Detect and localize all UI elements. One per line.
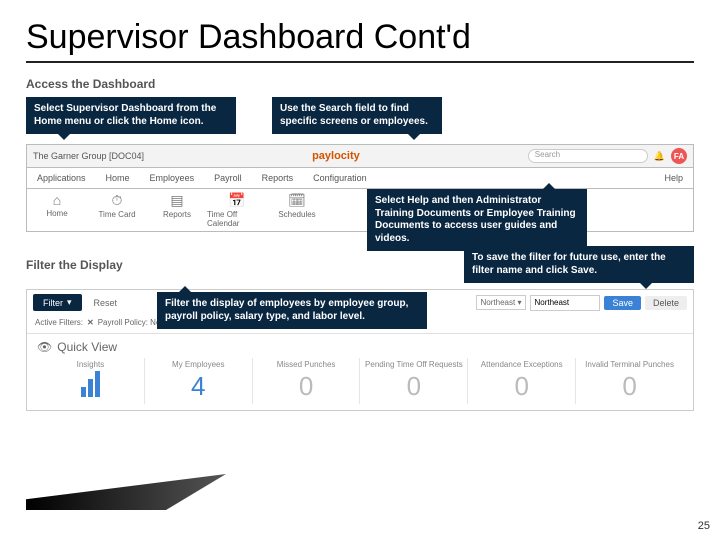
nav-reports[interactable]: ▤Reports [147,192,207,228]
delete-button[interactable]: Delete [645,296,687,310]
tab-payroll[interactable]: Payroll [204,168,252,188]
qv-value: 0 [576,371,683,402]
qv-label: My Employees [145,360,252,369]
qv-insights[interactable]: Insights [37,358,144,404]
qv-value: 0 [360,371,467,402]
qv-label: Invalid Terminal Punches [576,360,683,369]
clock-icon: ⏱ [112,192,123,209]
saved-filter-select[interactable]: Northeast ▾ [476,295,527,310]
app-topbar: The Garner Group [DOC04] paylocity Searc… [26,144,694,168]
qv-label: Attendance Exceptions [468,360,575,369]
qv-invalid-punches[interactable]: Invalid Terminal Punches 0 [575,358,683,404]
nav-label: Home [46,209,67,218]
nav-label: Reports [163,210,191,219]
remove-filter-icon[interactable]: ✕ [87,318,94,327]
callout-select-dashboard: Select Supervisor Dashboard from the Hom… [26,97,236,134]
section-access-dashboard: Access the Dashboard [26,77,694,91]
quick-view-panel: 👁 Quick View Insights My Employees 4 Miss… [27,334,693,410]
qv-label: Missed Punches [253,360,360,369]
chevron-down-icon: ▾ [67,297,72,308]
callout-help: Select Help and then Administrator Train… [367,189,587,251]
search-input[interactable]: Search [528,149,648,163]
callout-text: Filter the display of employees by emplo… [165,298,408,322]
qv-value: 0 [253,371,360,402]
reset-button[interactable]: Reset [88,295,124,311]
select-value: Northeast [481,298,516,307]
tab-help[interactable]: Help [654,168,693,188]
main-tabs: Applications Home Employees Payroll Repo… [26,168,694,189]
callout-text: Select Supervisor Dashboard from the Hom… [34,103,216,127]
tab-applications[interactable]: Applications [27,168,96,188]
qv-missed-punches[interactable]: Missed Punches 0 [252,358,360,404]
nav-label: Schedules [278,210,315,219]
qv-value: 4 [145,371,252,402]
callout-save-filter: To save the filter for future use, enter… [464,246,694,283]
qv-attendance-exceptions[interactable]: Attendance Exceptions 0 [467,358,575,404]
save-button[interactable]: Save [604,296,641,310]
org-name: The Garner Group [DOC04] [33,151,144,161]
section-filter-display: Filter the Display [26,258,123,272]
eye-icon: 👁 [37,340,52,354]
tab-employees[interactable]: Employees [140,168,205,188]
brand-logo: paylocity [144,150,528,162]
home-icon: ⌂ [53,192,61,208]
filter-button-label: Filter [43,298,63,308]
tab-configuration[interactable]: Configuration [303,168,377,188]
page-number: 25 [698,520,710,532]
callout-use-search: Use the Search field to find specific sc… [272,97,442,134]
avatar[interactable]: FA [671,148,687,164]
filter-button[interactable]: Filter ▾ [33,294,82,311]
slide-title: Supervisor Dashboard Cont'd [26,18,694,63]
callout-text: To save the filter for future use, enter… [472,252,666,276]
nav-label: Time Card [98,210,135,219]
nav-timeoff[interactable]: 📅Time Off Calendar [207,192,267,228]
filter-name-input[interactable] [530,295,600,311]
nav-label: Time Off Calendar [207,210,267,228]
nav-schedules[interactable]: 🗓Schedules [267,192,327,228]
calendar-icon: 📅 [228,192,245,209]
tab-reports[interactable]: Reports [252,168,304,188]
quick-view-title-text: Quick View [57,340,117,354]
decorative-triangle [26,474,226,510]
icon-toolbar: ⌂Home ⏱Time Card ▤Reports 📅Time Off Cale… [26,189,694,232]
nav-home[interactable]: ⌂Home [27,192,87,228]
qv-value: 0 [468,371,575,402]
active-filters-label: Active Filters: [35,318,83,327]
qv-pending-timeoff[interactable]: Pending Time Off Requests 0 [359,358,467,404]
qv-label: Pending Time Off Requests [360,360,467,369]
callout-text: Use the Search field to find specific sc… [280,103,428,127]
callout-text: Select Help and then Administrator Train… [375,195,576,244]
qv-my-employees[interactable]: My Employees 4 [144,358,252,404]
quick-view-title: 👁 Quick View [37,340,683,354]
callout-filter-display: Filter the display of employees by emplo… [157,292,427,329]
notification-icon[interactable]: 🔔 [654,151,665,162]
reports-icon: ▤ [170,192,183,209]
nav-timecard[interactable]: ⏱Time Card [87,192,147,228]
schedule-icon: 🗓 [288,192,306,209]
qv-label: Insights [37,360,144,369]
tab-home[interactable]: Home [96,168,140,188]
bar-chart-icon [37,371,144,397]
filter-panel: Filter ▾ Reset Filter the display of empl… [26,289,694,411]
